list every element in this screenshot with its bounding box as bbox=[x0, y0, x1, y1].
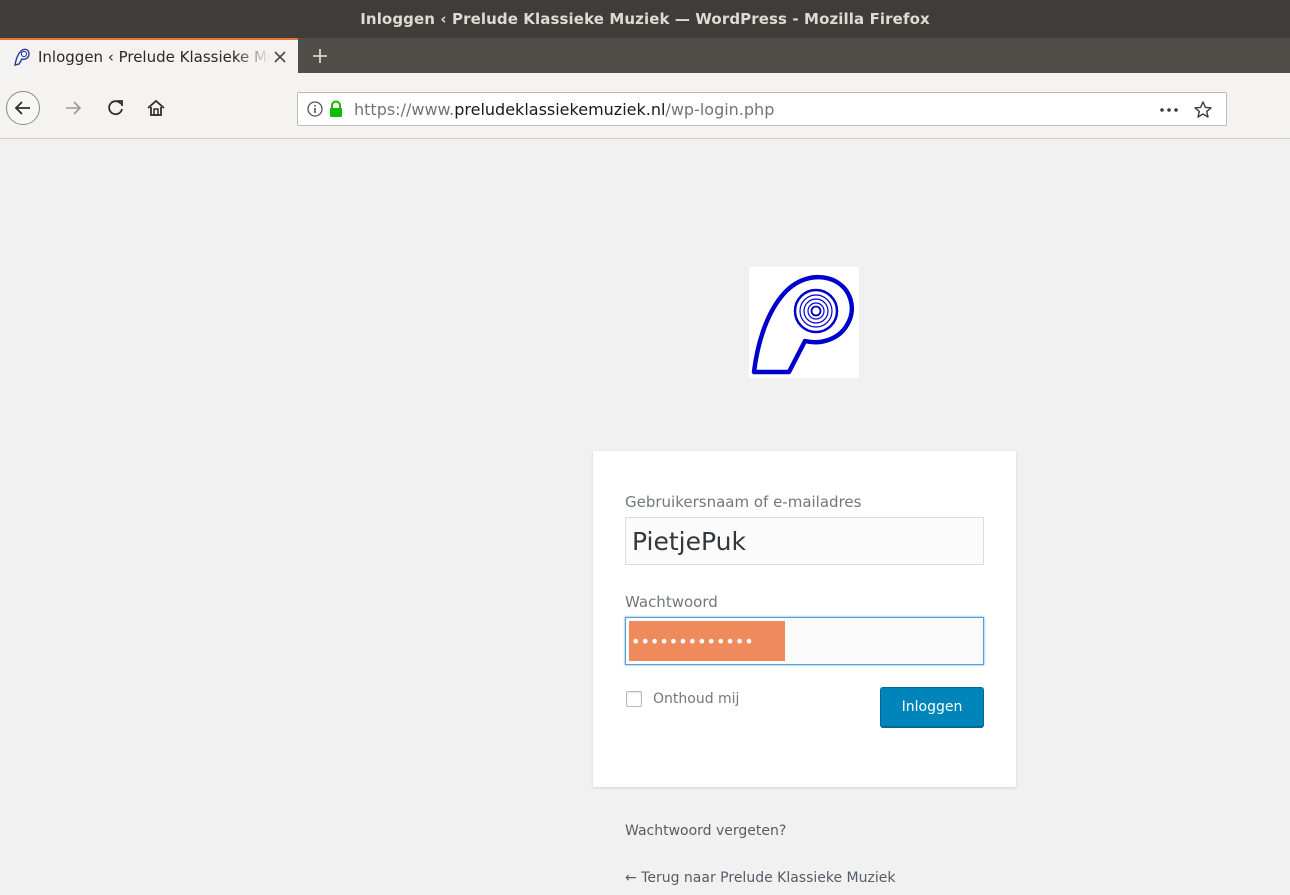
info-icon[interactable] bbox=[306, 100, 324, 118]
reload-button[interactable] bbox=[103, 95, 129, 121]
reload-icon bbox=[108, 100, 123, 116]
new-tab-button[interactable] bbox=[302, 38, 338, 73]
home-icon bbox=[147, 99, 165, 116]
page-content: Gebruikersnaam of e-mailadres Wachtwoord… bbox=[0, 139, 1290, 895]
url-path: /wp-login.php bbox=[665, 99, 775, 119]
back-to-site-link[interactable]: ← Terug naar Prelude Klassieke Muziek bbox=[625, 870, 895, 886]
url-bar[interactable]: https://www.preludeklassiekemuziek.nl/wp… bbox=[297, 92, 1227, 126]
forward-arrow-icon bbox=[66, 101, 82, 115]
tab-active[interactable]: Inloggen ‹ Prelude Klassieke Muziek — Wo… bbox=[0, 38, 298, 73]
username-input[interactable] bbox=[625, 517, 984, 565]
back-button[interactable] bbox=[6, 91, 40, 125]
remember-me-row[interactable]: Onthoud mij bbox=[626, 691, 739, 707]
bookmark-star-button[interactable] bbox=[1192, 99, 1214, 121]
tab-title: Inloggen ‹ Prelude Klassieke Muziek — Wo… bbox=[38, 47, 270, 66]
forward-button[interactable] bbox=[60, 95, 86, 121]
password-mask-selected: ••••••••••••• bbox=[629, 621, 785, 661]
home-button[interactable] bbox=[143, 95, 169, 121]
star-icon bbox=[1194, 101, 1212, 118]
window-title: Inloggen ‹ Prelude Klassieke Muziek — Wo… bbox=[360, 10, 930, 28]
prelude-logo bbox=[751, 274, 854, 375]
url-domain: preludeklassiekemuziek.nl bbox=[454, 99, 666, 119]
plus-icon bbox=[313, 48, 327, 63]
tab-close-button[interactable] bbox=[270, 47, 290, 67]
login-submit-button[interactable]: Inloggen bbox=[880, 687, 984, 727]
url-prefix: https://www. bbox=[354, 99, 455, 119]
lost-password-link[interactable]: Wachtwoord vergeten? bbox=[625, 823, 786, 839]
back-arrow-icon bbox=[14, 101, 30, 115]
navigation-toolbar: https://www.preludeklassiekemuziek.nl/wp… bbox=[0, 73, 1290, 139]
page-actions-button[interactable] bbox=[1158, 101, 1180, 119]
window-titlebar: Inloggen ‹ Prelude Klassieke Muziek — Wo… bbox=[0, 0, 1290, 38]
tab-strip: Inloggen ‹ Prelude Klassieke Muziek — Wo… bbox=[0, 38, 1290, 73]
login-form: Gebruikersnaam of e-mailadres Wachtwoord… bbox=[593, 451, 1016, 787]
more-horizontal-icon bbox=[1160, 108, 1178, 112]
remember-me-checkbox[interactable] bbox=[626, 691, 642, 707]
url-text: https://www.preludeklassiekemuziek.nl/wp… bbox=[354, 100, 774, 119]
browser-window: Inloggen ‹ Prelude Klassieke Muziek — Wo… bbox=[0, 0, 1290, 895]
lock-icon[interactable] bbox=[328, 100, 344, 118]
site-logo-link[interactable] bbox=[749, 267, 859, 378]
password-label: Wachtwoord bbox=[625, 593, 718, 611]
close-icon bbox=[274, 50, 286, 63]
username-label: Gebruikersnaam of e-mailadres bbox=[625, 493, 862, 511]
prelude-p-icon bbox=[14, 48, 30, 66]
password-input[interactable]: ••••••••••••• bbox=[625, 617, 984, 665]
remember-me-label: Onthoud mij bbox=[653, 691, 740, 707]
